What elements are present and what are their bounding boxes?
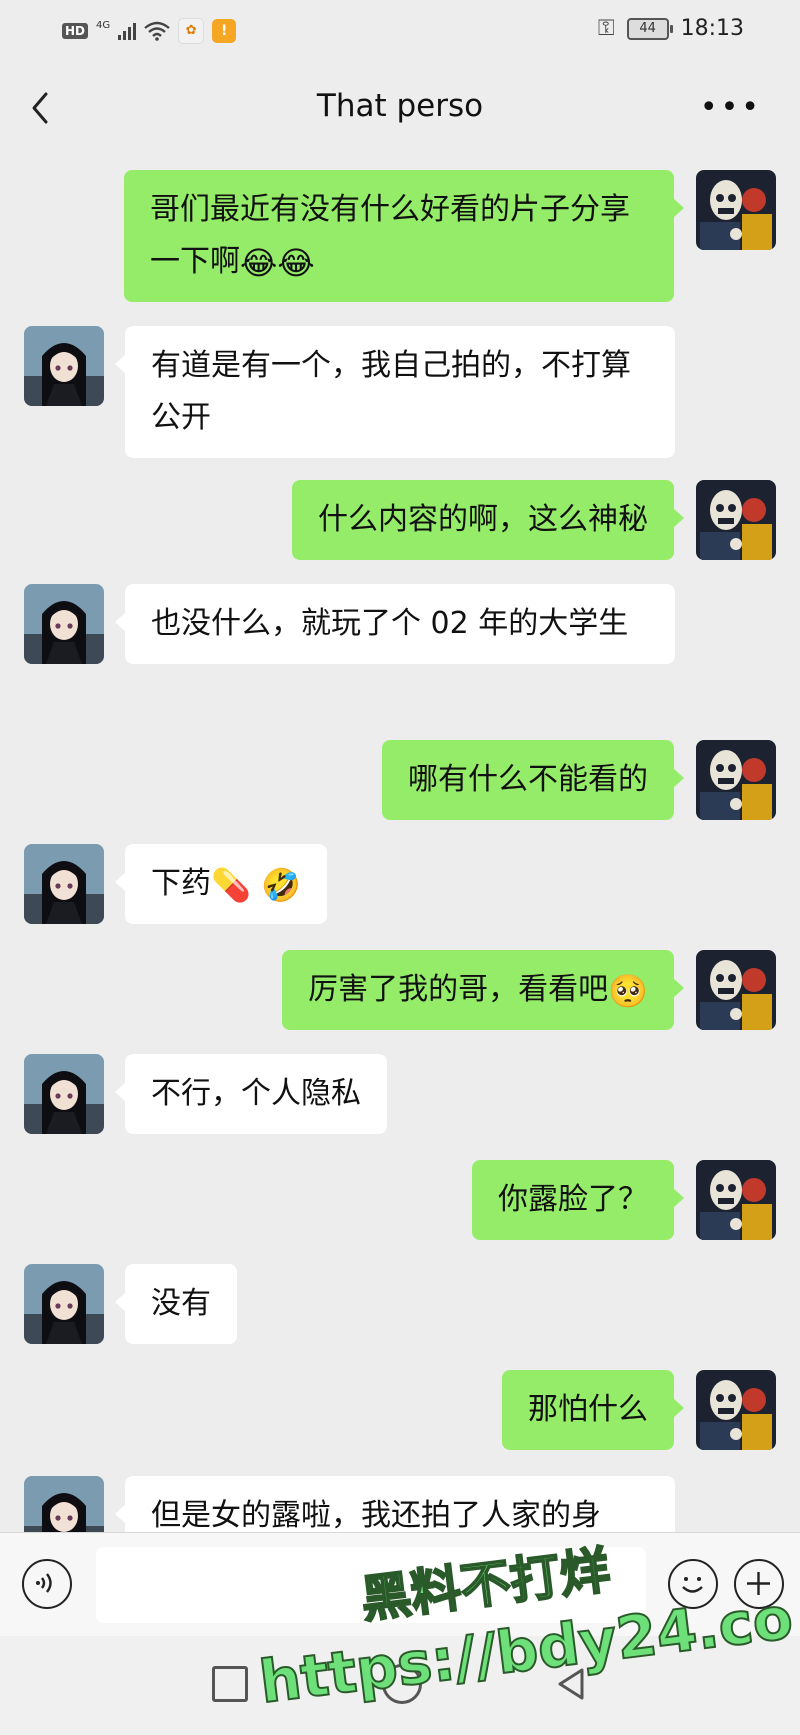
- message-text: 但是女的露啦，我还拍了人家的身: [151, 1498, 601, 1532]
- key-icon: ⚿: [597, 16, 615, 41]
- app-notification-icon: ✿: [178, 18, 205, 44]
- message-text: 没有: [151, 1286, 211, 1321]
- contact-avatar[interactable]: [24, 1476, 104, 1532]
- received-message-bubble[interactable]: 有道是有一个，我自己拍的，不打算公开: [115, 326, 675, 458]
- status-bar: HD 4G ✿ ! ⚿ 44 18:13: [0, 0, 800, 60]
- sent-message-bubble[interactable]: 厉害了我的哥，看看吧🥺: [282, 950, 684, 1030]
- message-text: 那怕什么: [528, 1392, 648, 1427]
- voice-input-icon[interactable]: [22, 1559, 72, 1609]
- sent-message-bubble[interactable]: 哥们最近有没有什么好看的片子分享一下啊😂😂: [124, 170, 684, 302]
- received-message-bubble[interactable]: 也没什么，就玩了个 02 年的大学生: [115, 584, 675, 664]
- my-avatar[interactable]: [696, 1370, 776, 1450]
- my-avatar[interactable]: [696, 740, 776, 820]
- contact-avatar[interactable]: [24, 844, 104, 924]
- contact-avatar[interactable]: [24, 1054, 104, 1134]
- message-text: 哥们最近有没有什么好看的片子分享一下啊: [150, 192, 630, 279]
- chat-title: That perso: [316, 88, 484, 124]
- my-avatar[interactable]: [696, 170, 776, 250]
- pleading-emoji: 🥺: [608, 971, 648, 1010]
- app-notification-icon-2: !: [212, 19, 237, 43]
- my-avatar[interactable]: [696, 1160, 776, 1240]
- sent-message-bubble[interactable]: 哪有什么不能看的: [382, 740, 684, 820]
- my-avatar[interactable]: [696, 480, 776, 560]
- signal-icon: [118, 22, 137, 40]
- message-text: 哪有什么不能看的: [408, 762, 648, 797]
- more-options-icon[interactable]: •••: [700, 90, 762, 125]
- chat-header: That perso •••: [0, 60, 800, 156]
- message-text: 你露脸了？: [498, 1182, 648, 1217]
- battery-icon: 44: [626, 17, 673, 40]
- recent-apps-icon[interactable]: [212, 1666, 248, 1702]
- message-text: 不行，个人隐私: [151, 1076, 361, 1111]
- received-message-bubble[interactable]: 下药💊 🤣: [115, 844, 327, 924]
- contact-avatar[interactable]: [24, 326, 104, 406]
- sent-message-bubble[interactable]: 那怕什么: [502, 1370, 684, 1450]
- received-message-bubble[interactable]: 没有: [115, 1264, 237, 1344]
- message-text: 下药: [151, 866, 211, 901]
- hd-indicator: HD: [62, 23, 89, 39]
- message-list[interactable]: 哥们最近有没有什么好看的片子分享一下啊😂😂 有道是有一个，我自己拍的，不打算公开…: [0, 156, 800, 1532]
- sent-message-bubble[interactable]: 什么内容的啊，这么神秘: [292, 480, 684, 560]
- message-text: 也没什么，就玩了个 02 年的大学生: [151, 606, 629, 641]
- message-text: 厉害了我的哥，看看吧: [308, 972, 609, 1007]
- pill-and-laughing-emoji: 💊 🤣: [211, 865, 301, 904]
- received-message-bubble[interactable]: 不行，个人隐私: [115, 1054, 387, 1134]
- message-text: 有道是有一个，我自己拍的，不打算公开: [151, 348, 631, 435]
- clock: 18:13: [680, 16, 744, 41]
- contact-avatar[interactable]: [24, 584, 104, 664]
- wifi-icon: [144, 21, 170, 41]
- laughing-emoji: 😂😂: [240, 243, 315, 282]
- message-text: 什么内容的啊，这么神秘: [318, 502, 648, 537]
- my-avatar[interactable]: [696, 950, 776, 1030]
- sent-message-bubble[interactable]: 你露脸了？: [472, 1160, 684, 1240]
- network-type: 4G: [96, 19, 111, 31]
- contact-avatar[interactable]: [24, 1264, 104, 1344]
- received-message-bubble[interactable]: 但是女的露啦，我还拍了人家的身: [115, 1476, 675, 1532]
